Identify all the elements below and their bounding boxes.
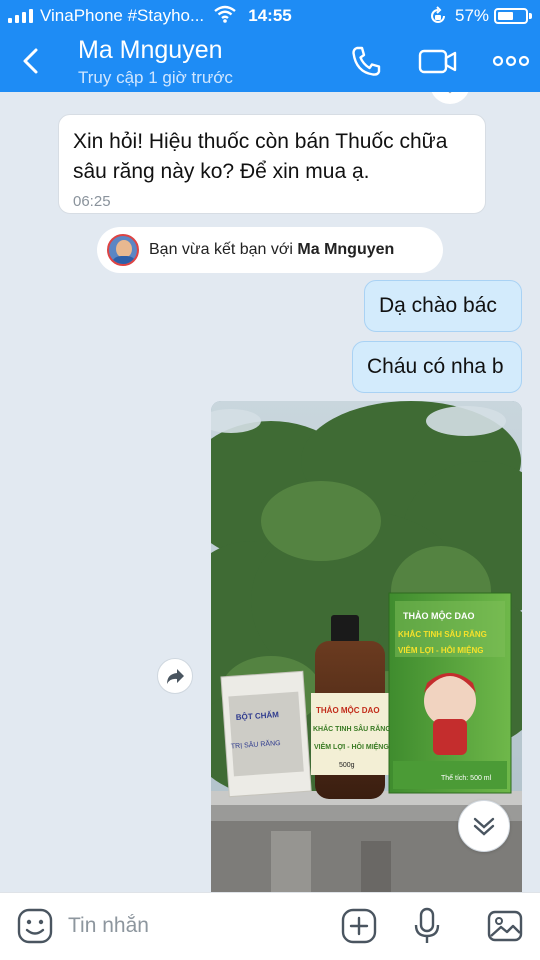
- friend-added-text: Bạn vừa kết bạn với Ma Mnguyen: [149, 241, 394, 259]
- message-input[interactable]: [68, 907, 328, 945]
- share-arrow-icon: [167, 669, 184, 684]
- scroll-to-bottom-button[interactable]: [458, 800, 510, 852]
- forward-button[interactable]: [157, 658, 193, 694]
- incoming-message-bubble[interactable]: Xin hỏi! Hiệu thuốc còn bán Thuốc chữa s…: [58, 114, 486, 214]
- outgoing-message-text: Cháu có nha b: [367, 355, 504, 378]
- image-icon: [487, 910, 523, 942]
- svg-text:VIÊM LỢI - HÔI MIỆNG: VIÊM LỢI - HÔI MIỆNG: [314, 742, 389, 751]
- status-bar: VinaPhone #Stayho... 14:55 57%: [0, 0, 540, 30]
- svg-text:KHẮC TINH SÂU RĂNG: KHẮC TINH SÂU RĂNG: [398, 630, 487, 639]
- top-bar: VinaPhone #Stayho... 14:55 57% Ma Mnguye…: [0, 0, 540, 92]
- incoming-message-text: Xin hỏi! Hiệu thuốc còn bán Thuốc chữa s…: [73, 130, 448, 183]
- emoji-icon: [17, 908, 53, 944]
- battery-icon: [494, 8, 532, 24]
- avatar[interactable]: [107, 234, 139, 266]
- outgoing-message-bubble[interactable]: Cháu có nha b: [352, 341, 522, 393]
- call-button[interactable]: [350, 44, 382, 78]
- battery-percent: 57%: [455, 6, 490, 25]
- send-image-button[interactable]: [486, 907, 524, 945]
- video-call-button[interactable]: [418, 44, 458, 78]
- collapse-button[interactable]: [430, 92, 470, 104]
- voice-message-button[interactable]: [412, 907, 442, 945]
- phone-icon: [352, 46, 381, 76]
- outgoing-message-bubble[interactable]: Dạ chào bác: [364, 280, 522, 332]
- back-icon: [23, 48, 38, 74]
- contact-last-seen: Truy cập 1 giờ trước: [78, 68, 233, 87]
- svg-text:KHẮC TINH SÂU RĂNG: KHẮC TINH SÂU RĂNG: [313, 724, 391, 733]
- emoji-button[interactable]: [16, 907, 54, 945]
- chevron-down-icon: [448, 92, 452, 94]
- svg-text:Thể tích: 500 ml: Thể tích: 500 ml: [441, 774, 492, 782]
- friend-added-prefix: Bạn vừa kết bạn với: [149, 241, 298, 258]
- back-button[interactable]: [18, 44, 46, 78]
- message-timestamp: 06:25: [73, 193, 111, 210]
- add-icon: [341, 908, 377, 944]
- svg-text:THẢO MỘC DAO: THẢO MỘC DAO: [403, 610, 475, 621]
- rotation-lock-icon: [431, 6, 445, 23]
- svg-text:500g: 500g: [339, 762, 355, 769]
- more-options-button[interactable]: [492, 44, 530, 78]
- more-icon: [492, 55, 530, 67]
- add-attachment-button[interactable]: [340, 907, 378, 945]
- friend-added-notice: Bạn vừa kết bạn với Ma Mnguyen: [97, 227, 443, 273]
- outgoing-message-text: Dạ chào bác: [379, 294, 497, 317]
- svg-text:THẢO MỘC DAO: THẢO MỘC DAO: [316, 706, 380, 715]
- video-camera-icon: [418, 49, 457, 74]
- contact-name[interactable]: Ma Mnguyen: [78, 36, 223, 65]
- svg-text:VIÊM LỢI - HÔI MIỆNG: VIÊM LỢI - HÔI MIỆNG: [398, 646, 484, 655]
- message-composer: [0, 892, 540, 960]
- friend-added-name: Ma Mnguyen: [297, 241, 395, 258]
- microphone-icon: [414, 907, 440, 943]
- chat-area[interactable]: Xin hỏi! Hiệu thuốc còn bán Thuốc chữa s…: [0, 92, 540, 892]
- double-chevron-down-icon: [473, 817, 495, 836]
